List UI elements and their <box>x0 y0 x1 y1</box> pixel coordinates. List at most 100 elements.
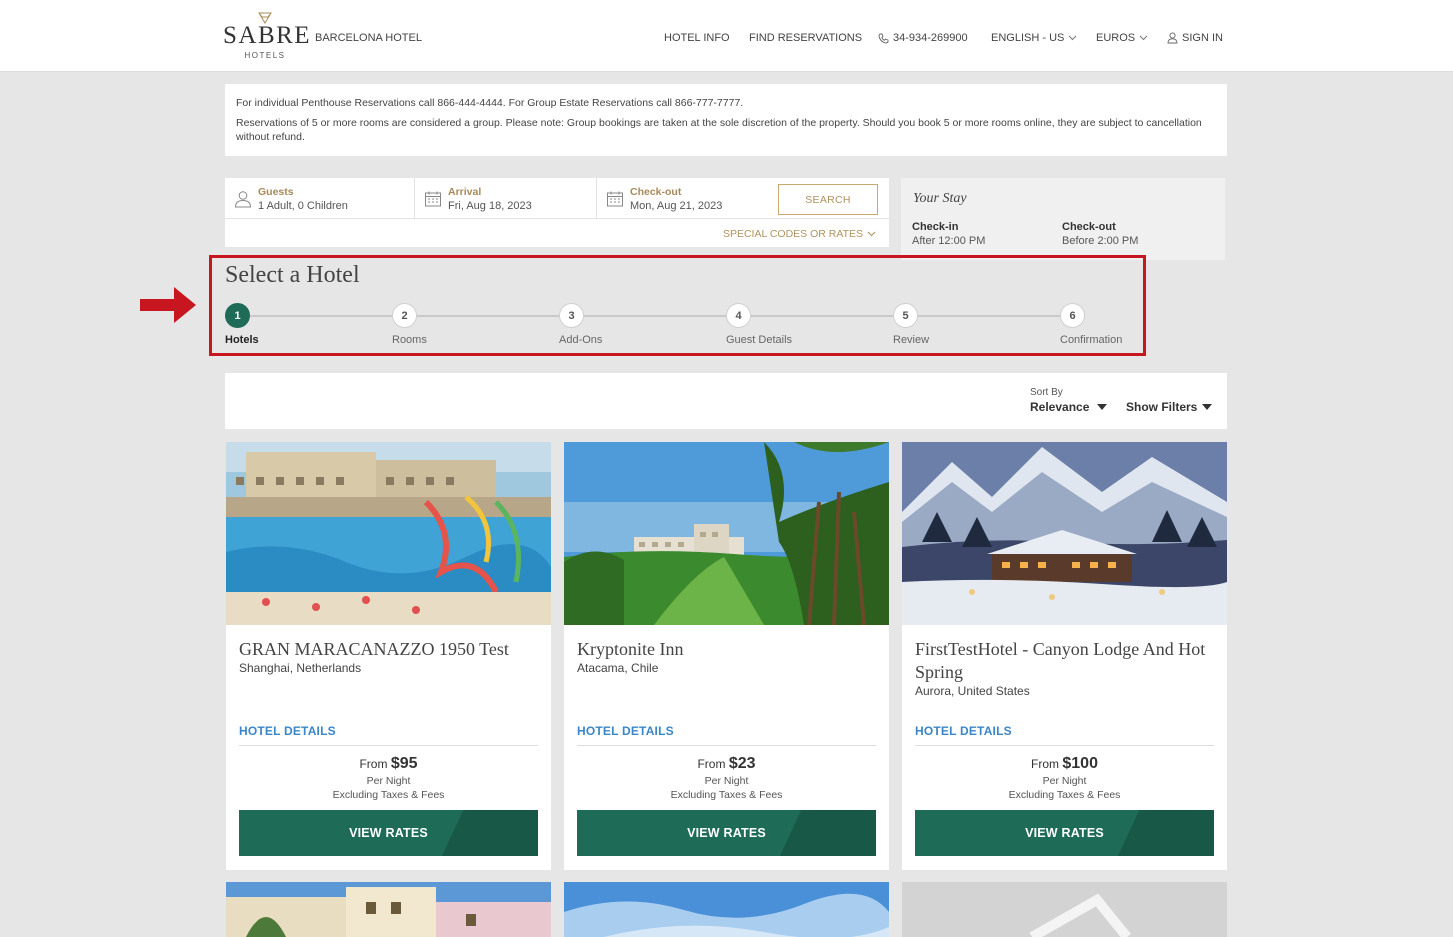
nav-hotel-info[interactable]: HOTEL INFO <box>664 32 730 44</box>
hotel-photo[interactable] <box>564 442 889 625</box>
nav-phone[interactable]: 34-934-269900 <box>878 32 968 44</box>
hotel-details-link[interactable]: HOTEL DETAILS <box>915 724 1012 738</box>
price-line: From $23 <box>564 755 889 773</box>
view-rates-button[interactable]: VIEW RATES <box>239 810 538 856</box>
hotel-card: GRAN MARACANAZZO 1950 Test Shanghai, Net… <box>226 442 551 870</box>
hotel-details-link[interactable]: HOTEL DETAILS <box>577 724 674 738</box>
view-rates-button[interactable]: VIEW RATES <box>915 810 1214 856</box>
sort-select[interactable]: Relevance <box>1030 400 1108 414</box>
price-amount: $100 <box>1062 755 1098 772</box>
per-night: Per Night <box>704 775 749 787</box>
nav-sign-in[interactable]: SIGN IN <box>1167 32 1223 44</box>
show-filters-label: Show Filters <box>1126 400 1198 414</box>
price-from: From <box>1031 757 1060 771</box>
hotel-photo[interactable] <box>226 882 551 937</box>
user-icon <box>234 191 252 208</box>
guests-label: Guests <box>258 186 294 198</box>
logo-word: SABRE <box>223 22 312 49</box>
hotel-photo[interactable] <box>564 882 889 937</box>
calendar-icon <box>425 191 441 207</box>
hotel-photo[interactable] <box>902 442 1227 625</box>
checkout-value: Mon, Aug 21, 2023 <box>630 200 723 212</box>
show-filters-button[interactable]: Show Filters <box>1126 400 1213 414</box>
step-number: 3 <box>559 303 584 328</box>
resort-pool-image <box>226 442 551 625</box>
special-codes-toggle[interactable]: SPECIAL CODES OR RATES <box>723 228 876 240</box>
stepper-track <box>237 315 1073 317</box>
hotel-name[interactable]: GRAN MARACANAZZO 1950 Test <box>239 638 539 661</box>
per-night: Per Night <box>1042 775 1087 787</box>
nav-sign-in-label: SIGN IN <box>1182 32 1223 44</box>
nav-find-reservations[interactable]: FIND RESERVATIONS <box>749 32 862 44</box>
phone-icon <box>878 33 889 43</box>
golf-hotel-image <box>564 442 889 625</box>
sky-image <box>564 882 889 937</box>
step-number: 2 <box>392 303 417 328</box>
special-codes-label: SPECIAL CODES OR RATES <box>722 228 863 240</box>
nav-language-select[interactable]: ENGLISH - US <box>991 32 1077 44</box>
checkout-info-label: Check-out <box>1062 221 1116 233</box>
per-night: Per Night <box>366 775 411 787</box>
caret-down-icon <box>1097 404 1108 410</box>
hotel-card: FirstTestHotel - Canyon Lodge And Hot Sp… <box>902 442 1227 870</box>
hotel-location: Atacama, Chile <box>577 661 659 675</box>
arrival-label: Arrival <box>448 186 482 198</box>
nav-currency-select[interactable]: EUROS <box>1096 32 1148 44</box>
reservation-notice: For individual Penthouse Reservations ca… <box>225 84 1227 156</box>
price-amount: $95 <box>390 755 418 772</box>
hotel-location: Shanghai, Netherlands <box>239 661 362 675</box>
hotel-details-link[interactable]: HOTEL DETAILS <box>239 724 336 738</box>
divider <box>577 745 876 746</box>
price-from: From <box>697 757 726 771</box>
red-arrow-icon <box>140 287 196 323</box>
hotel-photo-placeholder[interactable] <box>902 882 1227 937</box>
nav-currency-label: EUROS <box>1096 32 1136 44</box>
nav-language-label: ENGLISH - US <box>991 32 1065 44</box>
search-button[interactable]: SEARCH <box>778 184 878 215</box>
checkout-info: Check-out Before 2:00 PM <box>1062 221 1138 247</box>
chevron-down-icon <box>1139 35 1148 41</box>
sort-by-label: Sort By <box>1030 387 1063 398</box>
checkin-time: After 12:00 PM <box>912 235 986 247</box>
step-number: 5 <box>893 303 918 328</box>
sort-bar: Sort By Relevance Show Filters <box>225 373 1227 429</box>
view-rates-button[interactable]: VIEW RATES <box>577 810 876 856</box>
tax-note: Excluding Taxes & Fees <box>332 789 445 801</box>
tax-note: Excluding Taxes & Fees <box>670 789 783 801</box>
logo-sub: HOTELS <box>244 51 286 60</box>
booking-bar: Guests 1 Adult, 0 Children Arrival Fri, … <box>225 178 889 247</box>
page-title: Select a Hotel <box>225 262 360 288</box>
notice-line-2: Reservations of 5 or more rooms are cons… <box>236 117 1202 143</box>
hotel-photo[interactable] <box>226 442 551 625</box>
site-header: SABRE HOTELS BARCELONA HOTEL HOTEL INFO … <box>0 0 1453 72</box>
guests-field[interactable]: Guests 1 Adult, 0 Children <box>225 178 415 219</box>
nav-find-reservations-label: FIND RESERVATIONS <box>749 32 863 44</box>
calendar-icon <box>607 191 623 207</box>
nav-hotel-info-label: HOTEL INFO <box>664 32 730 44</box>
divider <box>915 745 1214 746</box>
user-icon <box>1167 32 1178 44</box>
checkin-info: Check-in After 12:00 PM <box>912 221 985 247</box>
arrival-date-field[interactable]: Arrival Fri, Aug 18, 2023 <box>415 178 597 219</box>
checkin-label: Check-in <box>912 221 959 233</box>
notice-line-1: For individual Penthouse Reservations ca… <box>236 97 744 109</box>
step-label: Guest Details <box>726 334 793 346</box>
step-number: 1 <box>225 303 250 328</box>
price-from: From <box>359 757 388 771</box>
price-line: From $100 <box>902 755 1227 773</box>
your-stay-panel: Your Stay Check-in After 12:00 PM Check-… <box>901 178 1225 260</box>
hotel-name[interactable]: FirstTestHotel - Canyon Lodge And Hot Sp… <box>915 638 1215 684</box>
nav-phone-label: 34-934-269900 <box>893 32 968 44</box>
chevron-down-icon <box>1069 35 1077 41</box>
snow-lodge-image <box>902 442 1227 625</box>
image-placeholder-icon <box>902 882 1227 937</box>
hotel-name[interactable]: Kryptonite Inn <box>577 638 877 661</box>
tax-note: Excluding Taxes & Fees <box>1008 789 1121 801</box>
sort-value: Relevance <box>1030 400 1090 414</box>
step-label: Add-Ons <box>559 334 603 346</box>
hotel-location: Aurora, United States <box>915 684 1030 698</box>
guests-value: 1 Adult, 0 Children <box>258 200 348 212</box>
sabre-logo[interactable]: SABRE HOTELS <box>223 12 312 66</box>
hotel-card: Kryptonite Inn Atacama, Chile HOTEL DETA… <box>564 442 889 870</box>
step-label: Confirmation <box>1060 334 1123 346</box>
